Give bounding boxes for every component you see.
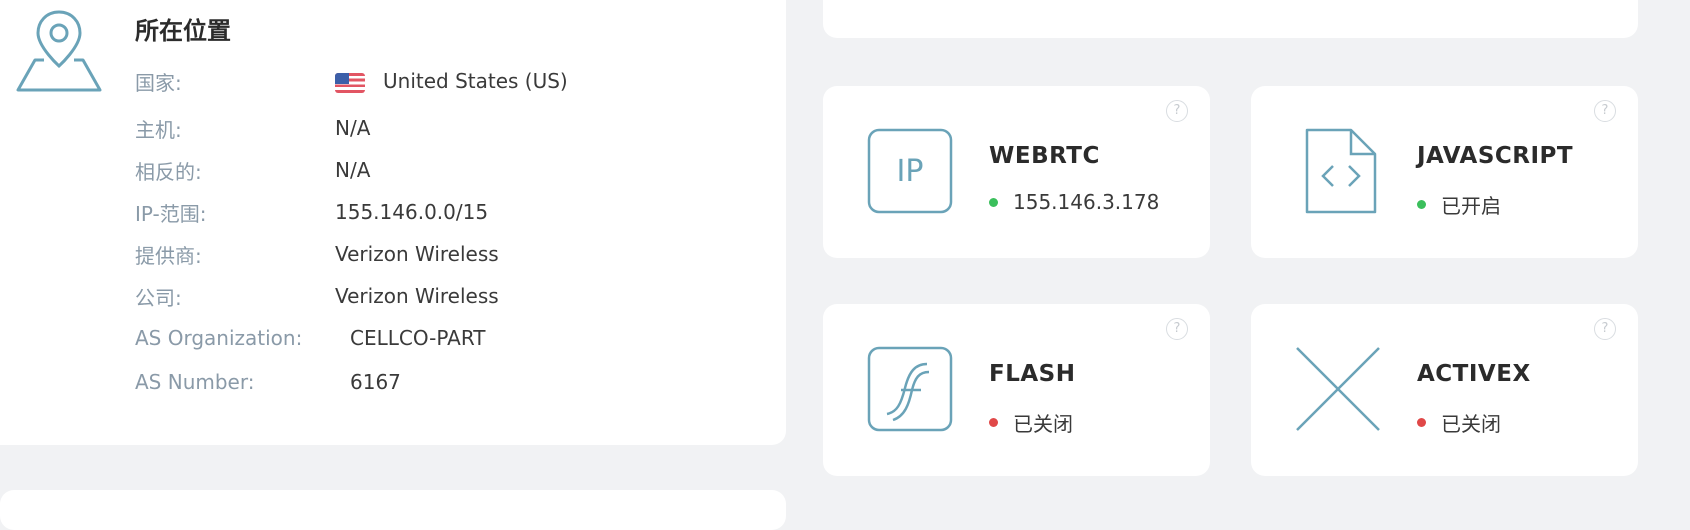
- country-value: United States (US): [383, 69, 568, 93]
- us-flag-icon: [335, 72, 365, 93]
- location-card: 所在位置 国家: United States (US) 主机: N/A 相反的:…: [0, 0, 786, 445]
- activex-title: ACTIVEX: [1417, 361, 1531, 387]
- svg-text:IP: IP: [897, 154, 924, 189]
- as-organization-label: AS Organization:: [135, 326, 303, 350]
- javascript-status: 已开启: [1441, 194, 1501, 218]
- host-label: 主机:: [135, 117, 182, 142]
- location-row-as-organization: AS Organization: CELLCO-PART: [135, 323, 755, 353]
- flash-card: ? FLASH 已关闭: [823, 304, 1210, 476]
- provider-value: Verizon Wireless: [335, 242, 499, 266]
- flash-title: FLASH: [989, 361, 1076, 387]
- as-number-label: AS Number:: [135, 370, 255, 394]
- company-value: Verizon Wireless: [335, 284, 499, 308]
- activex-status: 已关闭: [1441, 412, 1501, 436]
- bottom-card: [0, 490, 786, 530]
- webrtc-title: WEBRTC: [989, 143, 1100, 169]
- location-row-country: 国家: United States (US): [135, 66, 755, 96]
- provider-label: 提供商:: [135, 243, 202, 268]
- activex-card: ? ACTIVEX 已关闭: [1251, 304, 1638, 476]
- location-row-reverse: 相反的: N/A: [135, 155, 755, 185]
- as-organization-value: CELLCO-PART: [350, 326, 486, 350]
- webrtc-card: ? IP WEBRTC 155.146.3.178: [823, 86, 1210, 258]
- company-label: 公司:: [135, 285, 182, 310]
- ip-range-label: IP-范围:: [135, 201, 207, 226]
- top-card: [823, 0, 1638, 38]
- ip-range-value: 155.146.0.0/15: [335, 200, 489, 224]
- reverse-value: N/A: [335, 158, 371, 182]
- location-row-host: 主机: N/A: [135, 113, 755, 143]
- location-title: 所在位置: [135, 17, 231, 45]
- help-icon[interactable]: ?: [1166, 100, 1188, 122]
- flash-icon: [867, 346, 953, 432]
- help-icon[interactable]: ?: [1594, 100, 1616, 122]
- code-file-icon: [1305, 128, 1377, 214]
- status-off-dot: [1417, 418, 1426, 427]
- help-icon[interactable]: ?: [1594, 318, 1616, 340]
- ip-box-icon: IP: [867, 128, 953, 214]
- flash-status: 已关闭: [1013, 412, 1073, 436]
- location-row-provider: 提供商: Verizon Wireless: [135, 239, 755, 269]
- map-pin-icon: [16, 10, 102, 92]
- as-number-value: 6167: [350, 370, 401, 394]
- help-icon[interactable]: ?: [1166, 318, 1188, 340]
- status-on-dot: [989, 197, 998, 207]
- activex-cross-icon: [1296, 347, 1380, 431]
- javascript-card: ? JAVASCRIPT 已开启: [1251, 86, 1638, 258]
- javascript-title: JAVASCRIPT: [1417, 143, 1574, 169]
- location-row-ip-range: IP-范围: 155.146.0.0/15: [135, 197, 755, 227]
- location-row-company: 公司: Verizon Wireless: [135, 281, 755, 311]
- host-value: N/A: [335, 116, 371, 140]
- country-label: 国家:: [135, 70, 182, 95]
- status-off-dot: [989, 418, 998, 427]
- webrtc-status: 155.146.3.178: [1013, 190, 1160, 214]
- location-row-as-number: AS Number: 6167: [135, 367, 755, 397]
- status-on-dot: [1417, 200, 1426, 209]
- reverse-label: 相反的:: [135, 159, 202, 184]
